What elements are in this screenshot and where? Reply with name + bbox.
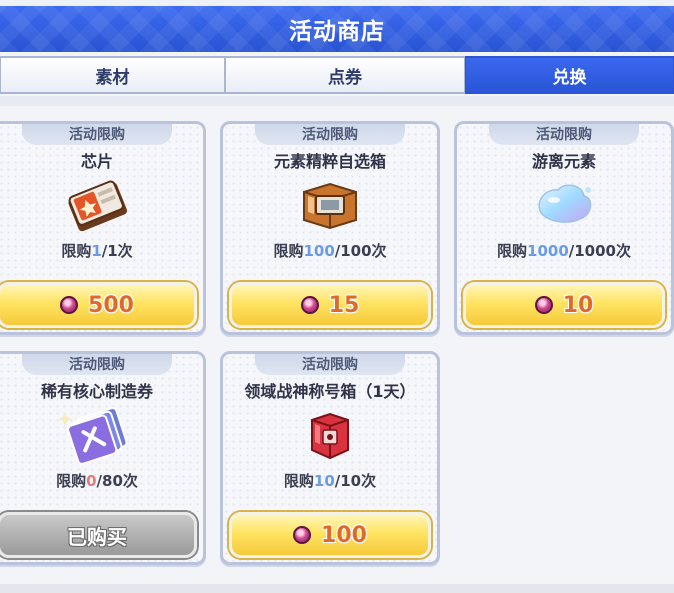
limited-tag: 活动限购 bbox=[22, 354, 172, 375]
shop-title: 活动商店 bbox=[289, 19, 385, 45]
limited-tag: 活动限购 bbox=[255, 124, 405, 145]
purchase-limit: 限购0/80次 bbox=[56, 472, 138, 490]
title-box-icon bbox=[290, 404, 370, 466]
item-name: 游离元素 bbox=[531, 152, 596, 171]
purchase-limit: 限购1000/1000次 bbox=[497, 242, 631, 260]
pink-gem-icon bbox=[293, 526, 312, 544]
item-name: 领域战神称号箱（1天） bbox=[244, 382, 416, 401]
content-divider bbox=[0, 96, 674, 106]
item-name: 元素精粹自选箱 bbox=[273, 152, 386, 171]
tab-coupons[interactable]: 点券 bbox=[225, 56, 465, 94]
buy-button[interactable]: 15 bbox=[229, 282, 431, 328]
pink-gem-icon bbox=[60, 296, 79, 314]
element-box-icon bbox=[290, 174, 370, 236]
chip-icon bbox=[57, 174, 137, 236]
shop-item-title-box[interactable]: 活动限购 领域战神称号箱（1天） 限购10/10次 100 bbox=[220, 351, 440, 565]
buy-button[interactable]: 10 bbox=[463, 282, 665, 328]
purchase-limit: 限购1/1次 bbox=[61, 242, 133, 260]
purchase-limit: 限购100/100次 bbox=[273, 242, 387, 260]
item-name: 稀有核心制造券 bbox=[40, 382, 153, 401]
rare-core-ticket-icon bbox=[57, 404, 137, 466]
price-label: 15 bbox=[328, 292, 360, 318]
limited-tag: 活动限购 bbox=[255, 354, 405, 375]
price-label: 100 bbox=[321, 522, 367, 548]
tab-materials[interactable]: 素材 bbox=[0, 56, 225, 94]
shop-header: 活动商店 bbox=[0, 6, 674, 52]
limited-tag: 活动限购 bbox=[489, 124, 639, 145]
pink-gem-icon bbox=[300, 296, 319, 314]
bottom-strip bbox=[0, 584, 674, 593]
item-name: 芯片 bbox=[80, 152, 113, 171]
price-label: 500 bbox=[88, 292, 134, 318]
shop-item-rare-core-ticket[interactable]: 活动限购 稀有核心制造券 限购0/80次 已购买 bbox=[0, 351, 206, 565]
buy-button[interactable]: 100 bbox=[229, 512, 431, 558]
tab-bar: 素材 点券 兑换 bbox=[0, 56, 674, 94]
purchase-limit: 限购10/10次 bbox=[283, 472, 377, 490]
buy-button[interactable]: 500 bbox=[0, 282, 197, 328]
tab-exchange[interactable]: 兑换 bbox=[465, 56, 674, 94]
price-label: 10 bbox=[562, 292, 594, 318]
shop-item-free-element[interactable]: 活动限购 游离元素 限购1000/1000次 10 bbox=[454, 121, 674, 335]
shop-item-element-box[interactable]: 活动限购 元素精粹自选箱 限购100/100次 15 bbox=[220, 121, 440, 335]
purchased-button: 已购买 bbox=[0, 512, 197, 558]
slime-crystal-icon bbox=[524, 174, 604, 236]
shop-screen: 活动商店 素材 点券 兑换 活动限购 芯片 限购1/1次 500 活动限购 元素… bbox=[0, 0, 674, 593]
limited-tag: 活动限购 bbox=[22, 124, 172, 145]
pink-gem-icon bbox=[534, 296, 553, 314]
shop-item-chip[interactable]: 活动限购 芯片 限购1/1次 500 bbox=[0, 121, 206, 335]
